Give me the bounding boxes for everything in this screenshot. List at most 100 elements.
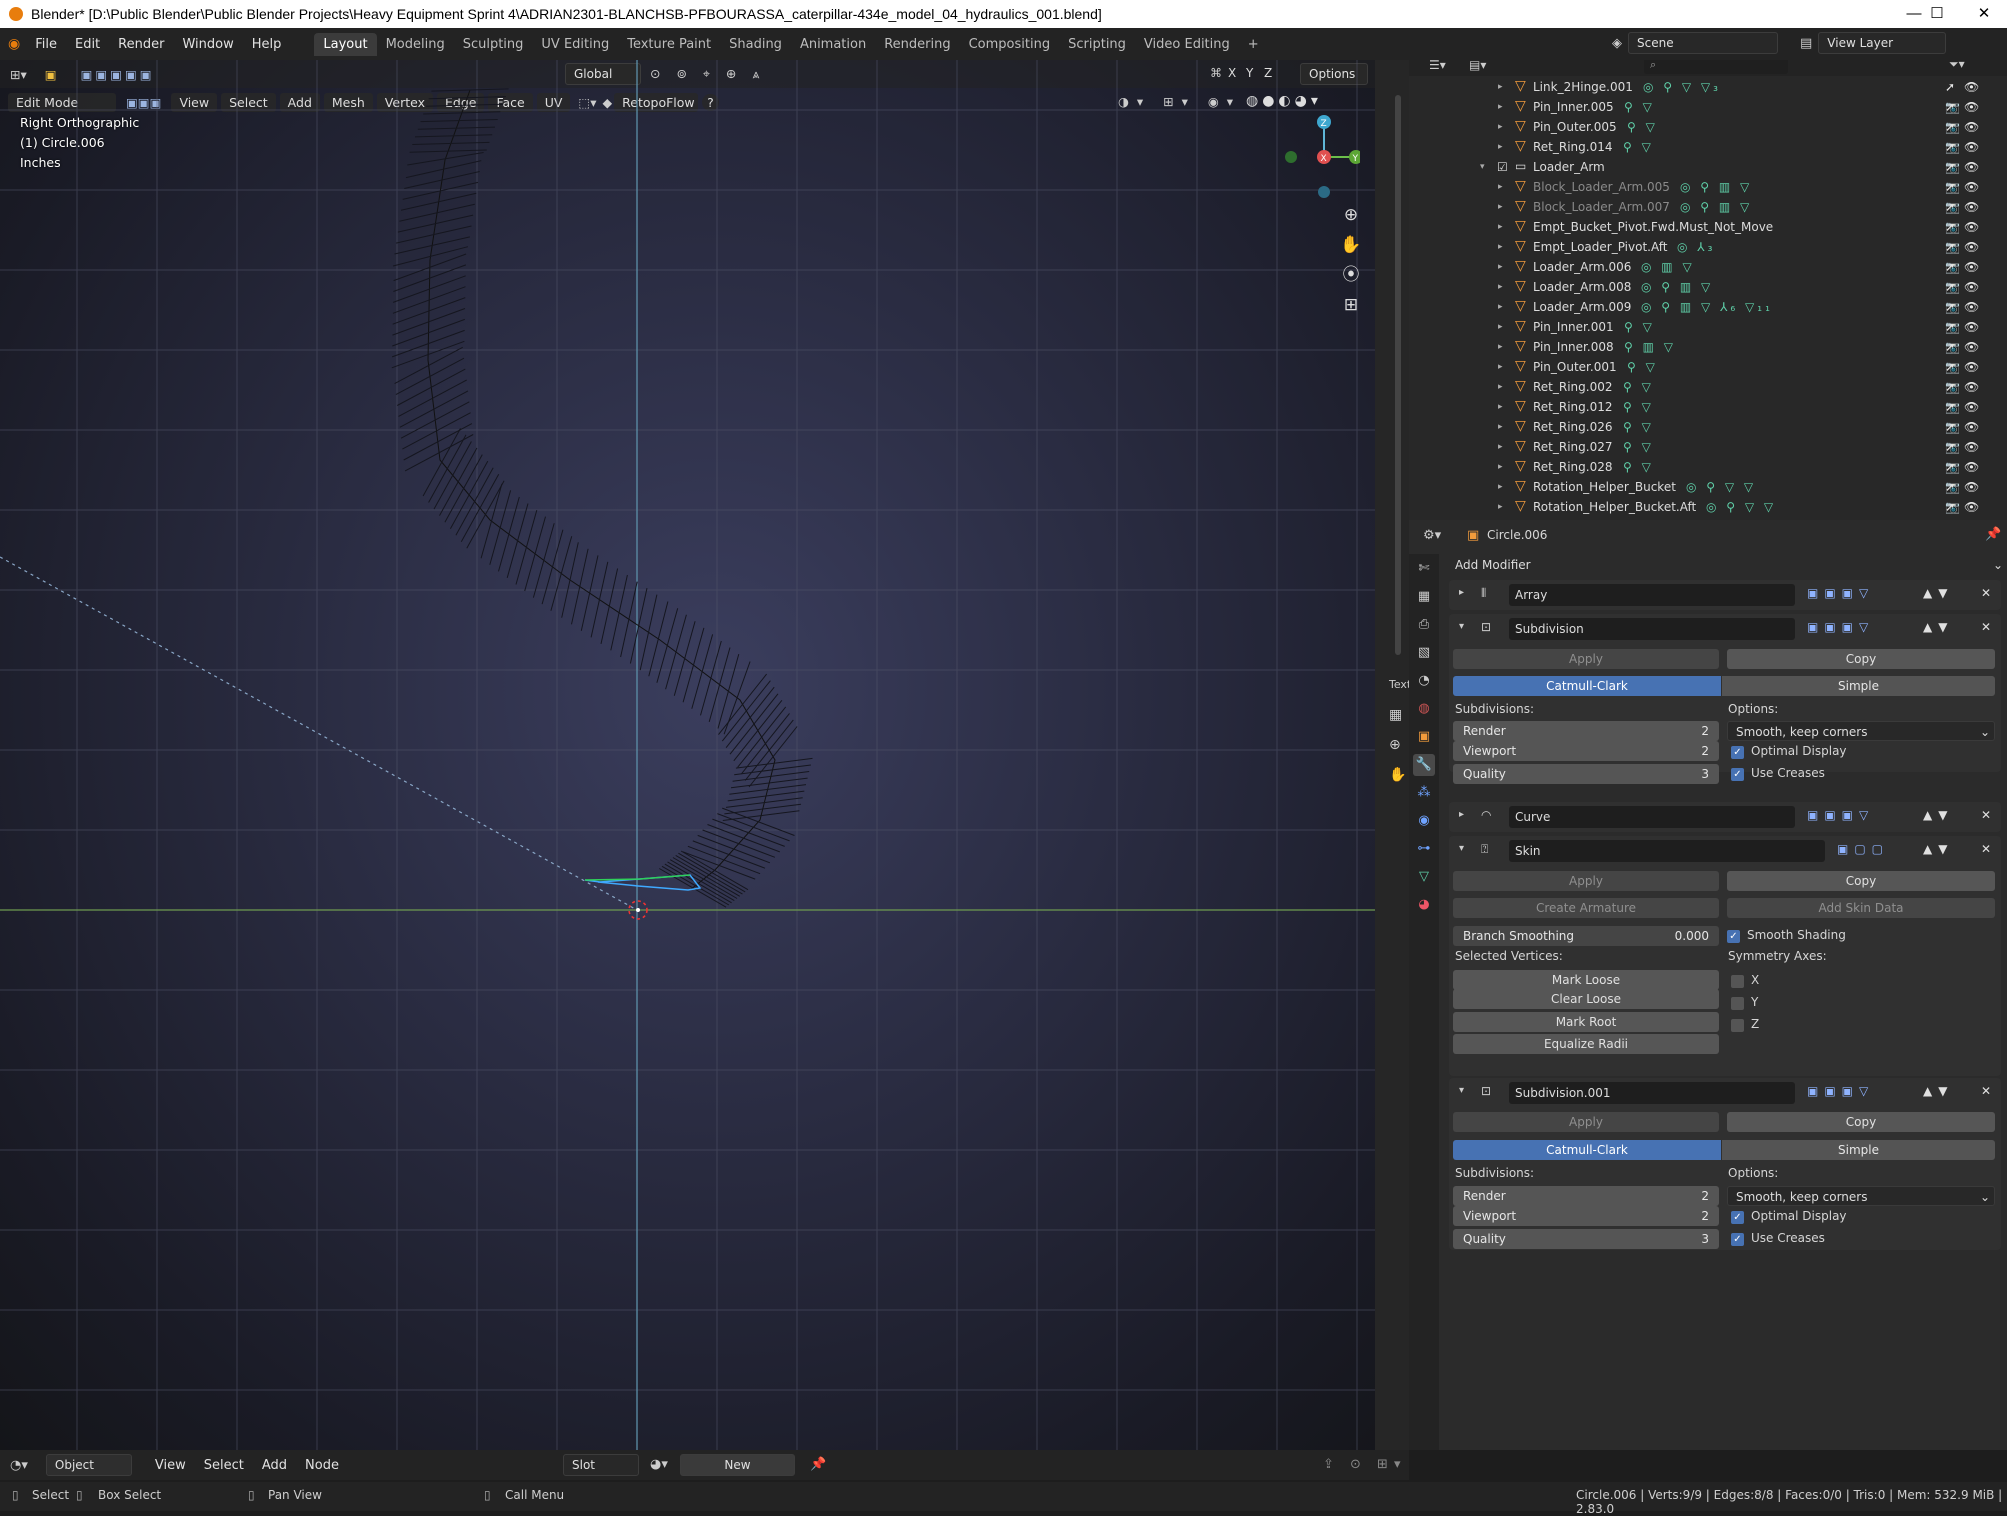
simple-001-toggle[interactable]: Simple [1722,1140,1995,1160]
outliner-item-name[interactable]: Ret_Ring.026 [1533,417,1613,437]
outliner-item-icons[interactable]: ⚲ ▽ [1627,357,1658,377]
material-tab-icon[interactable]: ◕ [1413,894,1435,916]
add-modifier-dropdown[interactable]: Add Modifier ⌄ [1449,554,2007,576]
ortho-grid-icon[interactable]: ⊞ [1340,290,1362,320]
catmull-clark-toggle[interactable]: Catmull-Clark [1453,676,1721,696]
side-pan-icon[interactable]: ✋ [1389,760,1406,790]
outliner-row[interactable]: ▸ ▽ Empt_Loader_Pivot.Aft ◎ ⅄₃ ➚👁📷 [1409,237,2007,274]
outliner-row[interactable]: ▸ ▽ Ret_Ring.027 ⚲ ▽ ➚👁📷 [1409,437,2007,474]
close-window-button[interactable]: ✕ [1961,0,2007,28]
outliner-visibility-icons[interactable]: ➚👁📷 [1945,497,2007,520]
constraints-tab-icon[interactable]: ⊶ [1413,838,1435,860]
expand-icon[interactable]: ▸ [1498,317,1503,337]
outliner-item-icons[interactable]: ◎ ⚲ ▽ ▽ [1706,497,1776,517]
subdivision-remove-icon[interactable]: ✕ [1981,620,1997,634]
skin-move-icons[interactable]: ▲▼ [1923,842,1953,856]
outliner-row[interactable]: ▾ ☑ ▭ Loader_Arm ➚👁📷 [1409,157,2007,194]
equalize-radii-button[interactable]: Equalize Radii [1453,1034,1719,1054]
outliner-item-name[interactable]: Empt_Bucket_Pivot.Fwd.Must_Not_Move [1533,217,1773,237]
viewport-scrollbar[interactable] [1395,95,1401,655]
quality-001-field[interactable]: Quality 3 [1453,1229,1719,1249]
expand-icon[interactable]: ▸ [1498,137,1503,157]
outliner-item-icons[interactable]: ⚲ ▽ [1623,137,1654,157]
outliner-item-name[interactable]: Loader_Arm.006 [1533,257,1631,277]
outliner-item-name[interactable]: Empt_Loader_Pivot.Aft [1533,237,1667,257]
menu-help[interactable]: Help [243,37,291,52]
outliner-item-icons[interactable]: ⚲ ▽ [1624,317,1655,337]
outliner-item-name[interactable]: Block_Loader_Arm.005 [1533,177,1670,197]
optimal-display-checkbox[interactable]: ✓ [1731,746,1744,759]
subdivision-001-move-icons[interactable]: ▲▼ [1923,1084,1953,1098]
tab-layout[interactable]: Layout [314,32,377,56]
tab-uv-editing[interactable]: UV Editing [532,33,618,56]
outliner-item-icons[interactable]: ◎ ⅄₃ [1677,237,1715,257]
bottom-menu-select[interactable]: Select [195,1458,253,1473]
outliner-search-input[interactable]: ⌕ [1644,60,1788,74]
catmull-clark-001-toggle[interactable]: Catmull-Clark [1453,1140,1721,1160]
outliner-item-name[interactable]: Link_2Hinge.001 [1533,77,1633,97]
outliner-item-icons[interactable]: ⚲ ▽ [1623,437,1654,457]
expand-icon[interactable]: ▸ [1498,217,1503,237]
render-tab-icon[interactable]: ▦ [1413,586,1435,608]
outliner-editor-icon[interactable]: ☰▾ [1429,60,1446,72]
backdrop-snap-icons[interactable]: ⇪ ⊙ ⊞▾ [1323,1457,1406,1472]
array-name-field[interactable]: Array [1509,584,1795,606]
expand-icon[interactable]: ▸ [1498,77,1503,97]
mesh-data-tab-icon[interactable]: ▽ [1413,866,1435,888]
menu-window[interactable]: Window [173,37,242,52]
outliner-item-icons[interactable]: ⚲ ▽ [1627,117,1658,137]
quality-field[interactable]: Quality 3 [1453,764,1719,784]
optimal-display-001-checkbox[interactable]: ✓ [1731,1211,1744,1224]
uv-smooth-001-dropdown[interactable]: Smooth, keep corners ⌄ [1727,1186,1995,1206]
expand-icon[interactable]: ▸ [1498,97,1503,117]
add-skin-data-button[interactable]: Add Skin Data [1727,898,1995,918]
expand-icon[interactable]: ▸ [1498,377,1503,397]
outliner-row[interactable]: ▸ ▽ Pin_Outer.001 ⚲ ▽ ➚👁📷 [1409,357,2007,394]
side-zoom-icon[interactable]: ⊕ [1389,730,1406,760]
tab-rendering[interactable]: Rendering [875,33,959,56]
new-material-button[interactable]: New [680,1454,795,1476]
collection-checkbox-icon[interactable]: ☑ [1497,157,1508,177]
blender-menu-icon[interactable]: ◉ [8,36,20,52]
outliner-row[interactable]: ▸ ▽ Link_2Hinge.001 ◎ ⚲ ▽ ▽₃ ➚👁📷 [1409,77,2007,114]
collapse-subdivision-001-icon[interactable]: ▾ [1459,1085,1464,1096]
outliner-item-icons[interactable]: ⚲ ▽ [1623,417,1654,437]
navigation-gizmo[interactable]: Z Y X [1280,112,1360,202]
outliner-row[interactable]: ▸ ▽ Ret_Ring.012 ⚲ ▽ ➚👁📷 [1409,397,2007,434]
outliner-item-name[interactable]: Rotation_Helper_Bucket.Aft [1533,497,1696,517]
outliner-item-name[interactable]: Loader_Arm.009 [1533,297,1631,317]
expand-icon[interactable]: ▸ [1498,237,1503,257]
expand-icon[interactable]: ▸ [1498,457,1503,477]
outliner-row[interactable]: ▸ ▽ Loader_Arm.008 ◎ ⚲ ▥ ▽ ➚👁📷 [1409,277,2007,314]
outliner-row[interactable]: ▸ ▽ Rotation_Helper_Bucket ◎ ⚲ ▽ ▽ ➚👁📷 [1409,477,2007,514]
outliner-item-icons[interactable]: ◎ ⚲ ▥ ▽ [1680,197,1752,217]
symmetry-y-checkbox[interactable] [1731,997,1744,1010]
outliner-item-name[interactable]: Pin_Inner.005 [1533,97,1614,117]
outliner-item-icons[interactable]: ◎ ⚲ ▥ ▽ ⅄₆ ▽₁₁ [1641,297,1773,317]
outliner-row[interactable]: ▸ ▽ Pin_Inner.001 ⚲ ▽ ➚👁📷 [1409,317,2007,354]
expand-icon[interactable]: ▸ [1498,397,1503,417]
render-levels-field[interactable]: Render 2 [1453,721,1719,741]
expand-icon[interactable]: ▸ [1498,337,1503,357]
view-layer-selector[interactable]: View Layer [1818,32,1947,54]
tab-animation[interactable]: Animation [791,33,875,56]
subdivision-001-remove-icon[interactable]: ✕ [1981,1084,1997,1098]
outliner-item-icons[interactable]: ◎ ⚲ ▥ ▽ [1680,177,1752,197]
viewport-canvas[interactable] [0,60,1375,1450]
view-layer-tab-icon[interactable]: ▧ [1413,642,1435,664]
maximize-button[interactable]: ☐ [1914,0,1960,28]
text-tab[interactable]: Text [1389,678,1411,691]
object-type-dropdown[interactable]: Object [45,1454,132,1476]
outliner-item-name[interactable]: Ret_Ring.014 [1533,137,1613,157]
pin-icon[interactable]: 📌 [1985,527,2001,542]
symmetry-z-checkbox[interactable] [1731,1019,1744,1032]
outliner-row[interactable]: ▸ ▽ Loader_Arm.009 ◎ ⚲ ▥ ▽ ⅄₆ ▽₁₁ ➚👁📷 [1409,297,2007,334]
tab-compositing[interactable]: Compositing [960,33,1060,56]
bottom-menu-add[interactable]: Add [253,1458,296,1473]
outliner-row[interactable]: ▸ ▽ Ret_Ring.002 ⚲ ▽ ➚👁📷 [1409,377,2007,414]
outliner-item-name[interactable]: Loader_Arm.008 [1533,277,1631,297]
subdivision-visibility-icons[interactable]: ▣▣▣▽ [1807,620,1874,634]
curve-visibility-icons[interactable]: ▣▣▣▽ [1807,808,1874,822]
outliner-item-name[interactable]: Pin_Outer.005 [1533,117,1617,137]
curve-name-field[interactable]: Curve [1509,806,1795,828]
